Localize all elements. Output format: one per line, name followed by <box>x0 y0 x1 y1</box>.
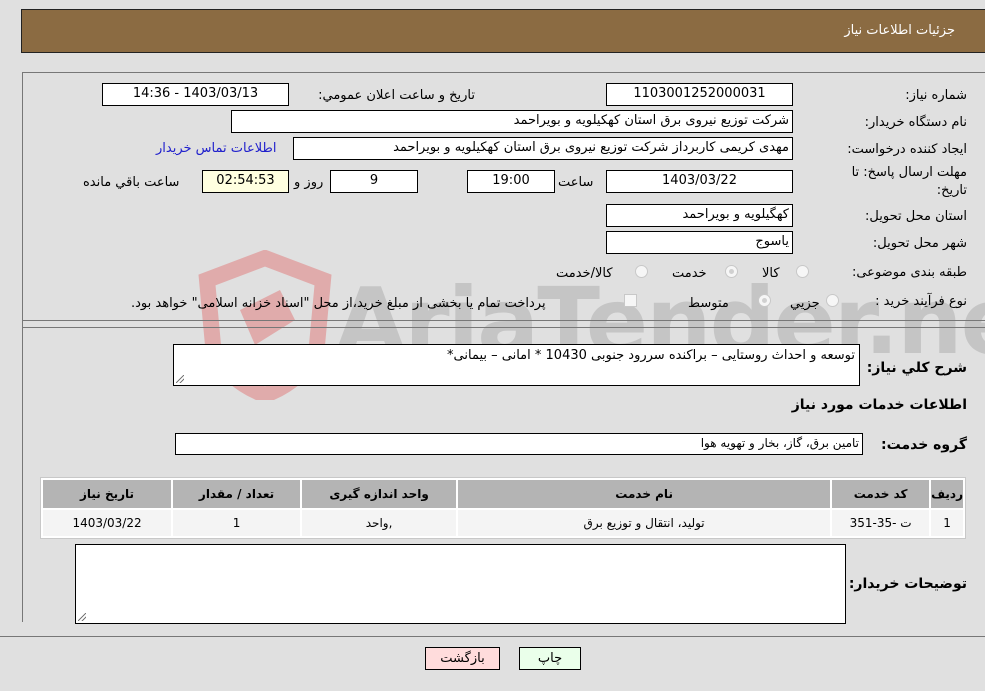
resize-grip-icon[interactable] <box>78 613 86 621</box>
col-header-row-number: ردیف <box>931 480 963 508</box>
announce-label: تاریخ و ساعت اعلان عمومي: <box>318 88 475 103</box>
divider <box>22 320 985 321</box>
divider <box>22 327 985 328</box>
remaining-time-label: ساعت باقي مانده <box>83 175 180 190</box>
need-number-label: شماره نیاز: <box>905 88 967 103</box>
col-header-need-date: تاریخ نیاز <box>43 480 172 508</box>
province-label: استان محل تحویل: <box>865 209 967 224</box>
province-field: کهگیلویه و بویراحمد <box>606 204 793 227</box>
cell-service-name: تولید، انتقال و توزیع برق <box>458 510 831 536</box>
col-header-service-code: کد خدمت <box>832 480 930 508</box>
process-label: نوع فرآیند خرید : <box>875 294 967 309</box>
process-partial-label: جزيي <box>790 296 820 311</box>
buyer-org-label: نام دستگاه خریدار: <box>864 115 967 130</box>
announce-datetime-field: 1403/03/13 - 14:36 <box>102 83 289 106</box>
deadline-label-date: تاریخ: <box>936 183 967 198</box>
description-textarea[interactable]: توسعه و احداث روستایی – براکنده سررود جن… <box>173 344 860 386</box>
description-text: توسعه و احداث روستایی – براکنده سررود جن… <box>447 348 855 363</box>
cell-row-number: 1 <box>931 510 963 536</box>
category-goods-radio[interactable] <box>796 265 809 278</box>
cell-unit: ,واحد <box>302 510 457 536</box>
creator-label: ایجاد کننده درخواست: <box>847 142 967 157</box>
process-medium-radio[interactable] <box>758 294 771 307</box>
category-goods-service-radio[interactable] <box>635 265 648 278</box>
page-title: جزئیات اطلاعات نیاز <box>844 23 955 38</box>
deadline-label: مهلت ارسال پاسخ: تا <box>851 165 967 180</box>
days-label: روز و <box>294 175 324 190</box>
buyer-notes-label: توضیحات خریدار: <box>848 576 967 592</box>
category-label: طبقه بندی موضوعی: <box>851 265 967 280</box>
category-goods-label: کالا <box>762 266 780 281</box>
divider <box>0 636 985 637</box>
col-header-service-name: نام خدمت <box>458 480 831 508</box>
print-button[interactable]: چاپ <box>519 647 581 670</box>
back-button[interactable]: بازگشت <box>425 647 500 670</box>
category-service-radio[interactable] <box>725 265 738 278</box>
treasury-checkbox[interactable] <box>624 294 637 307</box>
services-table: ردیف کد خدمت نام خدمت واحد اندازه گیری ت… <box>40 477 966 539</box>
col-header-unit: واحد اندازه گیری <box>302 480 457 508</box>
table-row: 1 ت -35-351 تولید، انتقال و توزیع برق ,و… <box>43 510 963 536</box>
city-label: شهر محل تحویل: <box>872 236 967 251</box>
need-number-field: 1103001252000031 <box>606 83 793 106</box>
buyer-notes-textarea[interactable] <box>75 544 846 624</box>
buyer-contact-link[interactable]: اطلاعات تماس خریدار <box>156 141 276 156</box>
deadline-time-field: 19:00 <box>467 170 555 193</box>
city-field: یاسوج <box>606 231 793 254</box>
cell-need-date: 1403/03/22 <box>43 510 172 536</box>
page-header: جزئیات اطلاعات نیاز <box>21 9 985 53</box>
service-group-field: تامین برق، گاز، بخار و تهویه هوا <box>175 433 863 455</box>
creator-field: مهدی کریمی کاربرداز شرکت توزیع نیروی برق… <box>293 137 793 160</box>
col-header-quantity: تعداد / مقدار <box>173 480 301 508</box>
description-label: شرح کلي نیاز: <box>866 360 967 376</box>
service-group-label: گروه خدمت: <box>881 437 967 453</box>
remaining-time-field: 02:54:53 <box>202 170 289 193</box>
deadline-date-field: 1403/03/22 <box>606 170 793 193</box>
buyer-org-field: شرکت توزیع نیروی برق استان کهکیلویه و بو… <box>231 110 793 133</box>
cell-quantity: 1 <box>173 510 301 536</box>
days-remaining-field: 9 <box>330 170 418 193</box>
table-header-row: ردیف کد خدمت نام خدمت واحد اندازه گیری ت… <box>43 480 963 508</box>
time-label: ساعت <box>558 175 594 190</box>
services-heading: اطلاعات خدمات مورد نیاز <box>791 397 967 413</box>
category-service-label: خدمت <box>672 266 707 281</box>
category-goods-service-label: کالا/خدمت <box>556 266 613 281</box>
treasury-note: پرداخت تمام یا بخشی از مبلغ خرید،از محل … <box>131 296 546 311</box>
process-partial-radio[interactable] <box>826 294 839 307</box>
process-medium-label: متوسط <box>688 296 729 311</box>
resize-grip-icon[interactable] <box>176 375 184 383</box>
cell-service-code: ت -35-351 <box>832 510 930 536</box>
